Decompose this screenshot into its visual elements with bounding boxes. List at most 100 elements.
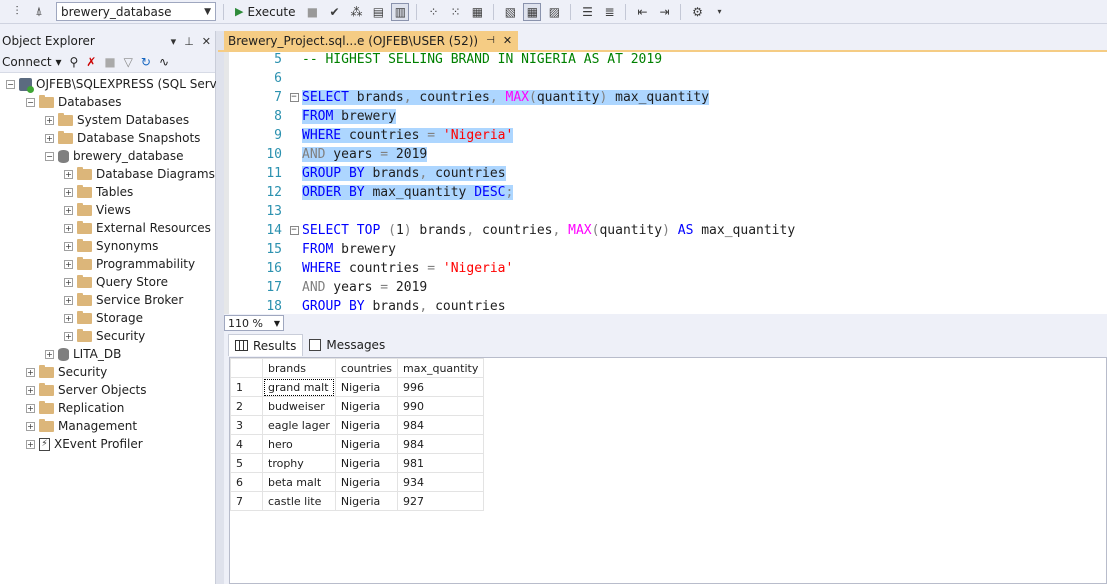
tree-node[interactable]: − OJFEB\SQLEXPRESS (SQL Server 1 [6, 75, 241, 93]
query-editor[interactable]: 5 -- HIGHEST SELLING BRAND IN NIGERIA AS … [224, 52, 1107, 314]
tree-node[interactable]: + Database Diagrams [64, 165, 215, 183]
row-number-cell[interactable]: 3 [230, 415, 263, 435]
expand-icon[interactable]: + [64, 331, 73, 341]
results-grid-icon[interactable]: ▦ [523, 2, 542, 21]
table-cell[interactable]: 996 [397, 377, 485, 397]
table-cell[interactable]: 984 [397, 434, 485, 454]
expand-icon[interactable]: + [26, 403, 35, 413]
expand-icon[interactable]: + [64, 205, 73, 215]
panel-menu-icon[interactable]: ▾ [171, 35, 177, 48]
table-cell[interactable]: trophy [262, 453, 336, 473]
filter-icon[interactable]: ▽ [124, 55, 133, 69]
code-line[interactable]: 12 ORDER BY max_quantity DESC; [224, 183, 1107, 202]
tree-node[interactable]: + LITA_DB [45, 345, 121, 363]
collapse-icon[interactable]: − [45, 151, 54, 161]
indent-icon[interactable]: ⇥ [655, 3, 673, 21]
expand-icon[interactable]: + [64, 241, 73, 251]
tab-messages[interactable]: Messages [303, 334, 391, 356]
tab-results[interactable]: Results [228, 334, 304, 356]
tree-node[interactable]: + System Databases [45, 111, 189, 129]
table-cell[interactable]: 934 [397, 472, 485, 492]
row-number-header[interactable] [230, 358, 263, 378]
tree-node[interactable]: + Tables [64, 183, 133, 201]
tree-node[interactable]: + Query Store [64, 273, 168, 291]
stop-icon[interactable]: ■ [303, 3, 321, 21]
specify-values-icon[interactable]: ⚙ [688, 3, 706, 21]
expand-icon[interactable]: + [45, 349, 54, 359]
connect-button[interactable]: Connect ▾ [2, 55, 61, 69]
tree-node[interactable]: + Management [26, 417, 137, 435]
client-stats-icon[interactable]: ▦ [468, 3, 486, 21]
live-stats-icon[interactable]: ⁙ [446, 3, 464, 21]
activity-monitor-icon[interactable]: ∿ [159, 55, 169, 69]
connect-object-icon[interactable]: ⚲ [69, 55, 78, 69]
column-header-brands[interactable]: brands [262, 358, 336, 378]
table-cell[interactable]: hero [262, 434, 336, 454]
pin-icon[interactable]: ⊥ [184, 35, 194, 48]
table-cell[interactable]: beta malt [262, 472, 336, 492]
table-cell[interactable]: eagle lager [262, 415, 336, 435]
expand-icon[interactable]: + [64, 223, 73, 233]
code-line[interactable]: 16 WHERE countries = 'Nigeria' [224, 259, 1107, 278]
expand-icon[interactable]: + [64, 295, 73, 305]
row-number-cell[interactable]: 7 [230, 491, 263, 511]
collapse-region-icon[interactable]: − [289, 93, 299, 102]
tree-node[interactable]: + Server Objects [26, 381, 147, 399]
filter-icon[interactable]: ⫶ [8, 3, 26, 21]
table-cell[interactable]: Nigeria [334, 434, 399, 454]
collapse-region-icon[interactable]: − [289, 226, 299, 235]
expand-icon[interactable]: + [64, 313, 73, 323]
row-number-cell[interactable]: 6 [230, 472, 263, 492]
expand-icon[interactable]: + [64, 259, 73, 269]
tree-node[interactable]: + External Resources [64, 219, 211, 237]
outdent-icon[interactable]: ⇤ [633, 3, 651, 21]
table-cell[interactable]: 927 [397, 491, 485, 511]
row-number-cell[interactable]: 4 [230, 434, 263, 454]
disconnect-icon[interactable]: ✗ [86, 55, 96, 69]
tree-node[interactable]: + ⚡ XEvent Profiler [26, 435, 143, 453]
results-to-grid-icon[interactable]: ▥ [391, 2, 410, 21]
table-cell[interactable]: Nigeria [334, 472, 399, 492]
table-cell[interactable]: 990 [397, 396, 485, 416]
expand-icon[interactable]: + [45, 115, 54, 125]
debug-icon[interactable]: ⍋ [30, 3, 48, 21]
tree-node[interactable]: + Programmability [64, 255, 195, 273]
table-cell[interactable]: grand malt [262, 377, 336, 397]
code-line[interactable]: 11 GROUP BY brands, countries [224, 164, 1107, 183]
execute-button[interactable]: ▶ Execute [231, 2, 299, 21]
tree-node[interactable]: + Storage [64, 309, 143, 327]
pin-icon[interactable]: ⊣ [486, 35, 495, 46]
close-icon[interactable]: ✕ [202, 35, 211, 48]
tree-node[interactable]: − Databases [26, 93, 122, 111]
stop-icon[interactable]: ■ [104, 55, 115, 69]
tree-node[interactable]: + Security [64, 327, 145, 345]
expand-icon[interactable]: + [64, 169, 73, 179]
collapse-icon[interactable]: − [26, 97, 35, 107]
column-header-max-quantity[interactable]: max_quantity [397, 358, 485, 378]
code-line[interactable]: 15 FROM brewery [224, 240, 1107, 259]
code-line[interactable]: 10 AND years = 2019 [224, 145, 1107, 164]
expand-icon[interactable]: + [64, 277, 73, 287]
row-number-cell[interactable]: 5 [230, 453, 263, 473]
expand-icon[interactable]: + [26, 385, 35, 395]
table-cell[interactable]: Nigeria [334, 377, 399, 397]
results-to-text-icon[interactable]: ▧ [501, 3, 519, 21]
uncomment-icon[interactable]: ≣ [600, 3, 618, 21]
close-tab-icon[interactable]: ✕ [503, 34, 512, 47]
expand-icon[interactable]: + [26, 439, 35, 449]
column-header-countries[interactable]: countries [334, 358, 399, 378]
code-line[interactable]: 18 GROUP BY brands, countries [224, 297, 1107, 314]
table-cell[interactable]: Nigeria [334, 415, 399, 435]
table-cell[interactable]: Nigeria [334, 396, 399, 416]
panel-divider[interactable] [216, 31, 224, 584]
table-cell[interactable]: 984 [397, 415, 485, 435]
tree-node[interactable]: + Service Broker [64, 291, 183, 309]
table-cell[interactable]: Nigeria [334, 453, 399, 473]
tree-node[interactable]: + Replication [26, 399, 124, 417]
code-line[interactable]: 5 -- HIGHEST SELLING BRAND IN NIGERIA AS … [224, 52, 1107, 69]
code-line[interactable]: 6 [224, 69, 1107, 88]
expand-icon[interactable]: + [26, 367, 35, 377]
code-line[interactable]: 17 AND years = 2019 [224, 278, 1107, 297]
refresh-icon[interactable]: ↻ [141, 55, 151, 69]
zoom-select[interactable]: 110 % ▼ [224, 315, 284, 331]
